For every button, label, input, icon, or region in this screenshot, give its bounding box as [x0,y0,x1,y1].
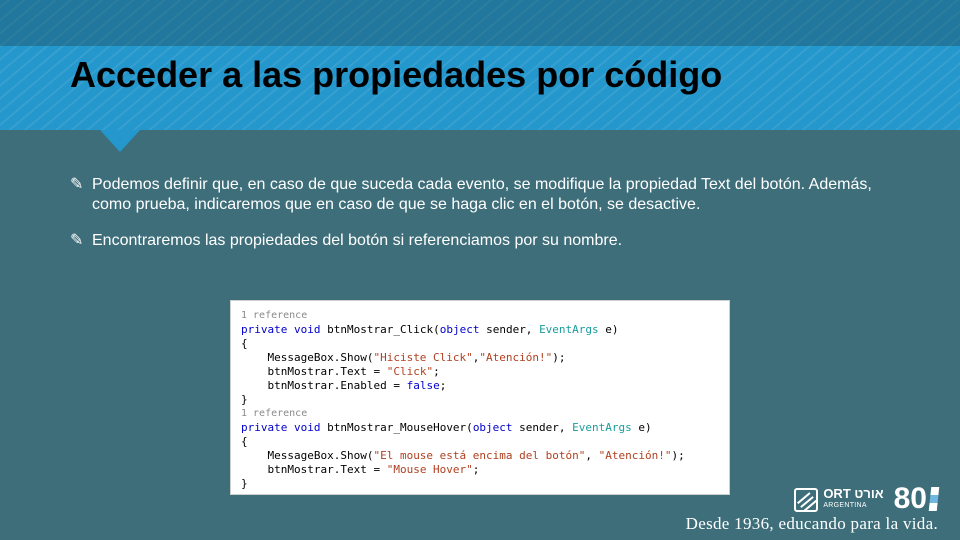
code-line: btnMostrar.Text = "Mouse Hover"; [241,463,719,477]
ort-country: ARGENTINA [823,500,883,512]
code-reference-count: 1 reference [241,407,719,421]
bullet-item: ✎ Encontraremos las propiedades del botó… [70,231,915,251]
code-line: } [241,477,719,491]
header-dark-band [0,0,960,46]
bullet-marker-icon: ✎ [70,231,92,251]
bullet-item: ✎ Podemos definir que, en caso de que su… [70,175,915,215]
code-line: MessageBox.Show("El mouse está encima de… [241,449,719,463]
code-line: btnMostrar.Text = "Click"; [241,365,719,379]
ort-leaf-icon [794,488,818,512]
code-line: private void btnMostrar_Click(object sen… [241,323,719,337]
slide-footer: ORT אורט ARGENTINA 80 Desde 1936, educan… [0,492,960,540]
footer-logos: ORT אורט ARGENTINA 80 [794,486,938,512]
footer-tagline: Desde 1936, educando para la vida. [686,514,938,534]
header-pointer-icon [100,130,140,152]
code-line: MessageBox.Show("Hiciste Click","Atenció… [241,351,719,365]
code-line: { [241,435,719,449]
code-line: { [241,337,719,351]
code-line: btnMostrar.Enabled = false; [241,379,719,393]
slide-title: Acceder a las propiedades por código [70,54,722,96]
bullet-text: Encontraremos las propiedades del botón … [92,231,915,251]
code-snippet-panel: 1 reference private void btnMostrar_Clic… [230,300,730,495]
ribbon-icon [929,487,940,511]
anniversary-logo: 80 [894,486,938,512]
ort-hebrew: אורט [854,486,883,501]
slide-header: Acceder a las propiedades por código [0,0,960,130]
ort-logo: ORT אורט ARGENTINA [794,488,883,512]
bullet-text: Podemos definir que, en caso de que suce… [92,175,915,215]
code-line: } [241,393,719,407]
anniversary-number: 80 [894,486,927,512]
slide-content: ✎ Podemos definir que, en caso de que su… [70,175,915,267]
code-reference-count: 1 reference [241,309,719,323]
code-line: private void btnMostrar_MouseHover(objec… [241,421,719,435]
ort-name: ORT [823,486,850,501]
bullet-marker-icon: ✎ [70,175,92,215]
